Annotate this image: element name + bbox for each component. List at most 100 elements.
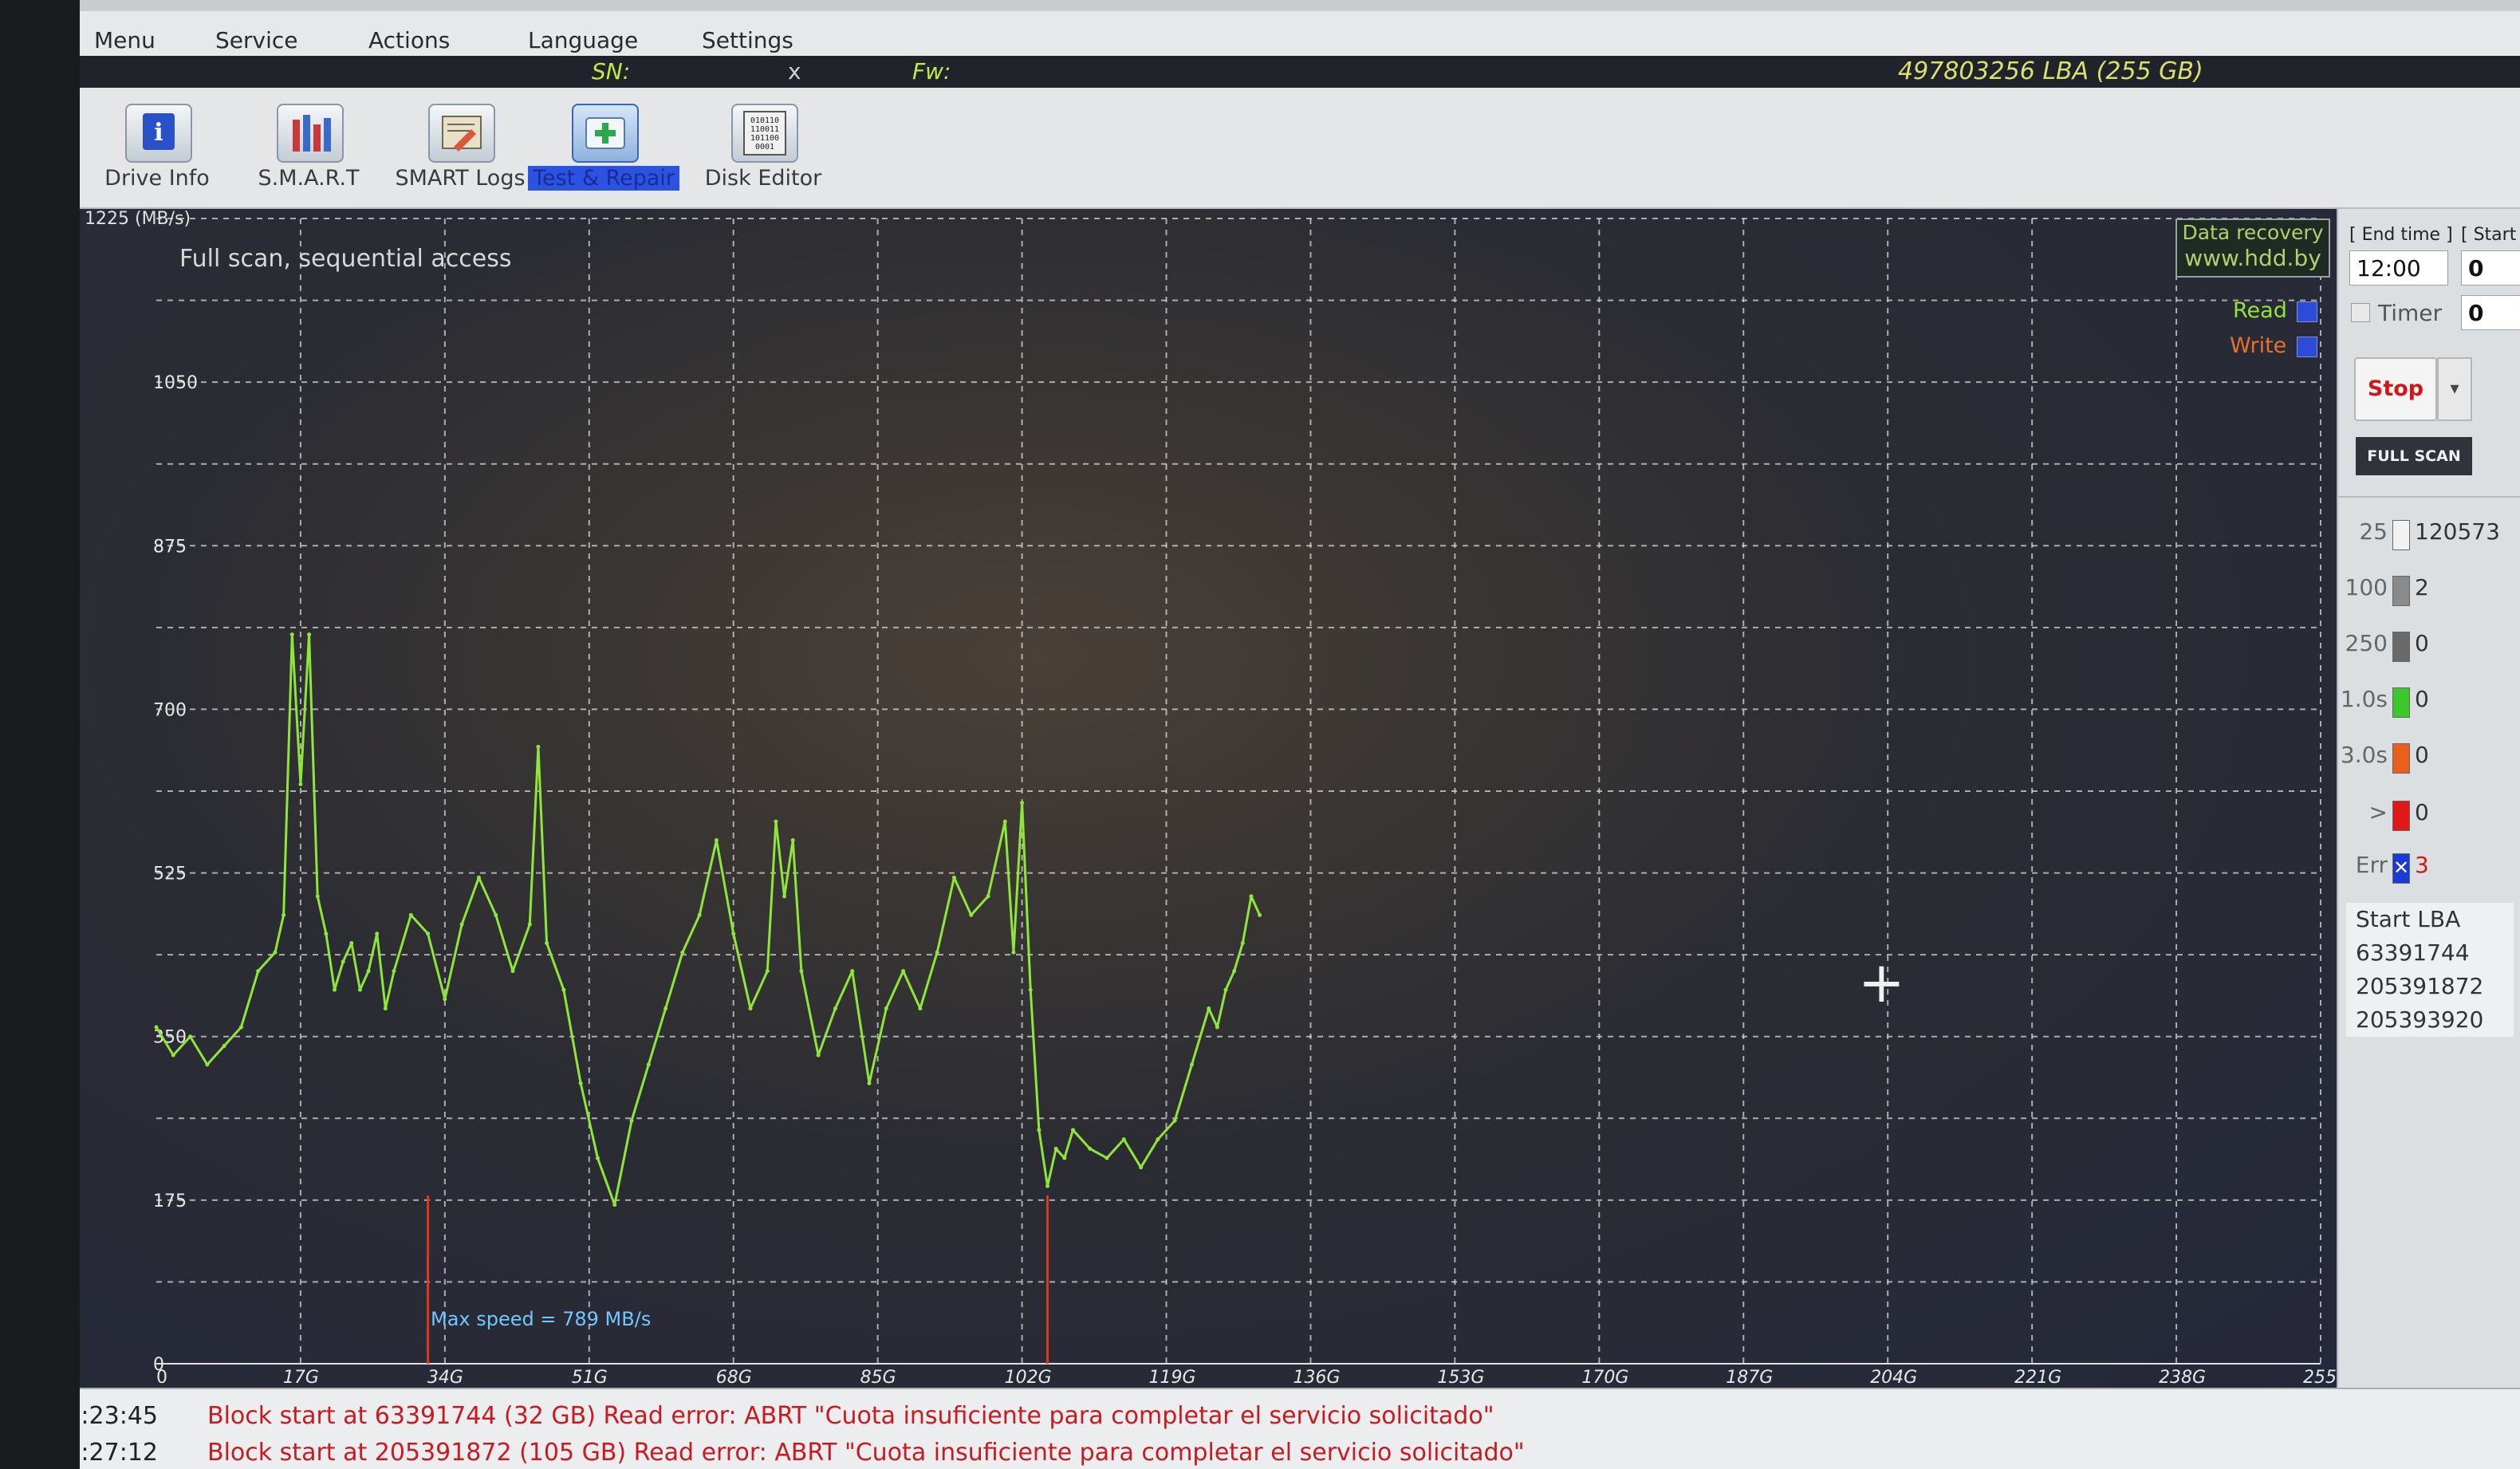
- x-tick-label: 34G: [427, 1368, 463, 1388]
- counter-label: 1.0s: [2340, 686, 2388, 712]
- read-speed-point: [816, 1053, 821, 1057]
- start-label: [ Start: [2461, 225, 2517, 245]
- menu-service[interactable]: Service: [215, 27, 297, 53]
- read-speed-point: [799, 969, 804, 974]
- speed-graph: 0 175 350 525 700 875 1050 0 17G 34G 51G 68G 85G 102G…: [80, 209, 2337, 1388]
- read-speed-point: [1240, 940, 1245, 945]
- read-speed-point: [459, 922, 464, 927]
- toolbar: i Drive Info S.M.A.R.T SMART Logs Test &…: [80, 88, 2520, 209]
- read-speed-point: [171, 1053, 175, 1057]
- svg-text:010110: 010110: [750, 116, 779, 125]
- counter-swatch: [2392, 576, 2410, 606]
- full-scan-button[interactable]: FULL SCAN: [2356, 437, 2472, 475]
- drive-capacity-info: 497803256 LBA (255 GB): [1898, 57, 2203, 85]
- read-speed-point: [1215, 1025, 1219, 1030]
- menu-menu[interactable]: Menu: [94, 27, 156, 53]
- read-speed-point: [1020, 801, 1025, 805]
- counter-value: 2: [2415, 574, 2429, 601]
- y-tick-label: 700: [153, 700, 187, 720]
- read-speed-point: [646, 1062, 651, 1067]
- watermark-line2: www.hdd.by: [2184, 245, 2321, 271]
- x-tick-label: 187G: [1726, 1368, 1773, 1388]
- lba-list-item[interactable]: 205391872: [2346, 970, 2514, 1003]
- counter-label: 25: [2359, 518, 2388, 545]
- read-speed-point: [986, 894, 990, 899]
- read-speed-point: [867, 1081, 872, 1085]
- timer-checkbox[interactable]: [2351, 303, 2370, 322]
- read-speed-point: [366, 969, 371, 974]
- y-tick-label: 875: [153, 537, 187, 557]
- stop-dropdown-icon[interactable]: ▾: [2437, 357, 2472, 421]
- drive-info-button[interactable]: i Drive Info: [81, 94, 233, 198]
- medkit-icon: [572, 104, 639, 163]
- read-speed-point: [408, 912, 413, 917]
- lba-list-item[interactable]: 205393920: [2346, 1003, 2514, 1037]
- read-speed-point: [1045, 1183, 1050, 1188]
- read-speed-point: [714, 838, 719, 843]
- x-tick-label: 51G: [572, 1368, 608, 1388]
- read-speed-point: [324, 931, 329, 936]
- disk-editor-button[interactable]: 010110 110011 101100 0001 Disk Editor: [687, 94, 839, 198]
- read-speed-point: [510, 969, 515, 974]
- firmware-label: Fw:: [912, 58, 951, 85]
- x-tick-label: 136G: [1293, 1368, 1340, 1388]
- read-speed-point: [273, 950, 278, 955]
- error-swatch-icon: ✕: [2392, 853, 2410, 884]
- read-speed-point: [349, 940, 354, 945]
- counter-value: 3: [2415, 852, 2429, 878]
- x-tick-label: 85G: [860, 1368, 896, 1388]
- read-speed-point: [1028, 987, 1033, 992]
- legend-write-label: Write: [2230, 333, 2287, 358]
- lba-list-item[interactable]: 63391744: [2346, 936, 2514, 970]
- read-speed-point: [850, 969, 855, 974]
- menu-settings[interactable]: Settings: [702, 27, 793, 53]
- read-speed-point: [1207, 1006, 1211, 1011]
- disk-editor-label: Disk Editor: [704, 166, 822, 191]
- menu-actions[interactable]: Actions: [368, 27, 450, 53]
- x-tick-label: 102G: [1005, 1368, 1052, 1388]
- timer-input[interactable]: 0: [2461, 295, 2520, 330]
- read-speed-point: [918, 1006, 923, 1011]
- counter-swatch: [2392, 632, 2410, 662]
- read-speed-point: [1037, 1128, 1041, 1132]
- timer-label: Timer: [2378, 300, 2443, 326]
- read-speed-point: [315, 894, 320, 899]
- read-speed-point: [1223, 987, 1228, 992]
- counter-row-1s: 1.0s 0: [2338, 686, 2520, 718]
- smart-button[interactable]: S.M.A.R.T: [233, 94, 384, 198]
- read-speed-point: [188, 1034, 193, 1039]
- drive-info-bar: SN: x Fw: 497803256 LBA (255 GB): [80, 56, 2520, 88]
- counter-value: 0: [2415, 630, 2429, 656]
- counter-label: 250: [2345, 630, 2388, 656]
- event-log: 1:23:45 Block start at 63391744 (32 GB) …: [80, 1388, 2520, 1469]
- start-input[interactable]: 0: [2461, 250, 2520, 286]
- read-speed-point: [238, 1025, 243, 1030]
- end-time-input[interactable]: 12:00: [2349, 250, 2448, 286]
- stop-button[interactable]: Stop: [2354, 357, 2437, 421]
- counter-row-100ms: 100 2: [2338, 574, 2520, 606]
- legend-write-checkbox[interactable]: [2297, 337, 2317, 357]
- smart-bars-icon: [277, 104, 344, 163]
- x-tick-label: 119G: [1149, 1368, 1196, 1388]
- smart-logs-button[interactable]: SMART Logs: [384, 94, 536, 198]
- counter-row-3s: 3.0s 0: [2338, 742, 2520, 774]
- counter-row-250ms: 250 0: [2338, 630, 2520, 662]
- menu-bar: Menu Service Actions Language Settings: [80, 11, 2520, 61]
- read-speed-point: [765, 969, 770, 974]
- counter-row-25ms: 25 120573: [2338, 518, 2520, 550]
- read-speed-point: [1053, 1146, 1058, 1151]
- panel-divider: [2338, 496, 2520, 498]
- test-repair-button[interactable]: Test & Repair: [528, 94, 679, 198]
- svg-text:110011: 110011: [750, 125, 779, 134]
- read-speed-point: [154, 1025, 159, 1030]
- read-speed-point: [1172, 1118, 1177, 1123]
- read-speed-point: [612, 1203, 617, 1207]
- svg-text:0001: 0001: [755, 143, 774, 152]
- read-speed-point: [476, 875, 481, 880]
- menu-language[interactable]: Language: [528, 27, 638, 53]
- read-speed-point: [1139, 1165, 1144, 1170]
- legend-read-checkbox[interactable]: [2297, 301, 2317, 322]
- read-speed-point: [494, 912, 498, 917]
- x-tick-label: 0: [156, 1368, 167, 1388]
- read-speed-point: [1070, 1128, 1075, 1132]
